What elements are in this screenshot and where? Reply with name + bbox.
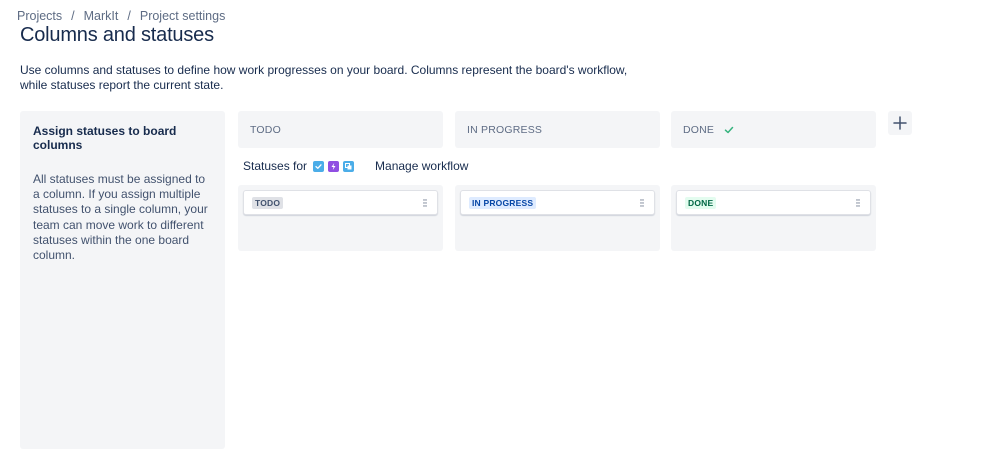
status-card-in-progress[interactable]: IN PROGRESS <box>460 190 655 215</box>
plus-icon <box>893 116 907 130</box>
breadcrumb-separator: / <box>127 9 131 23</box>
add-column-button[interactable] <box>888 111 912 135</box>
drag-handle-icon[interactable] <box>856 199 860 207</box>
status-lozenge: TODO <box>252 196 284 209</box>
subtask-icon <box>343 160 355 172</box>
panel-text: All statuses must be assigned to a colum… <box>33 172 208 263</box>
check-icon <box>724 126 734 133</box>
drag-handle-icon[interactable] <box>423 199 427 207</box>
manage-workflow-link[interactable]: Manage workflow <box>375 159 468 173</box>
statuses-for-label: Statuses for <box>243 159 308 173</box>
breadcrumb-project[interactable]: MarkIt <box>84 9 119 23</box>
status-lozenge: DONE <box>685 196 717 209</box>
epic-icon <box>328 160 340 172</box>
column-dropzone-todo[interactable]: TODO <box>238 185 443 251</box>
status-lozenge: IN PROGRESS <box>469 196 537 209</box>
column-name: IN PROGRESS <box>467 123 543 136</box>
assign-statuses-panel: Assign statuses to board columns All sta… <box>20 111 225 449</box>
breadcrumb: Projects / MarkIt / Project settings <box>17 9 225 23</box>
page-description: Use columns and statuses to define how w… <box>20 63 628 92</box>
column-name: TODO <box>250 123 281 136</box>
breadcrumb-project-settings[interactable]: Project settings <box>140 9 225 23</box>
column-dropzone-in-progress[interactable]: IN PROGRESS <box>455 185 660 251</box>
column-header-todo[interactable]: TODO <box>238 111 443 148</box>
task-icon <box>313 160 325 172</box>
drag-handle-icon[interactable] <box>640 199 644 207</box>
column-header-in-progress[interactable]: IN PROGRESS <box>455 111 660 148</box>
column-dropzone-done[interactable]: DONE <box>671 185 876 251</box>
page-title: Columns and statuses <box>20 24 214 46</box>
status-card-todo[interactable]: TODO <box>243 190 438 215</box>
breadcrumb-projects[interactable]: Projects <box>17 9 62 23</box>
panel-title: Assign statuses to board columns <box>33 124 177 152</box>
column-header-done[interactable]: DONE <box>671 111 876 148</box>
statuses-for-row: Statuses for Manage workflow <box>243 159 468 173</box>
breadcrumb-separator: / <box>71 9 75 23</box>
status-card-done[interactable]: DONE <box>676 190 871 215</box>
column-name: DONE <box>683 123 715 136</box>
